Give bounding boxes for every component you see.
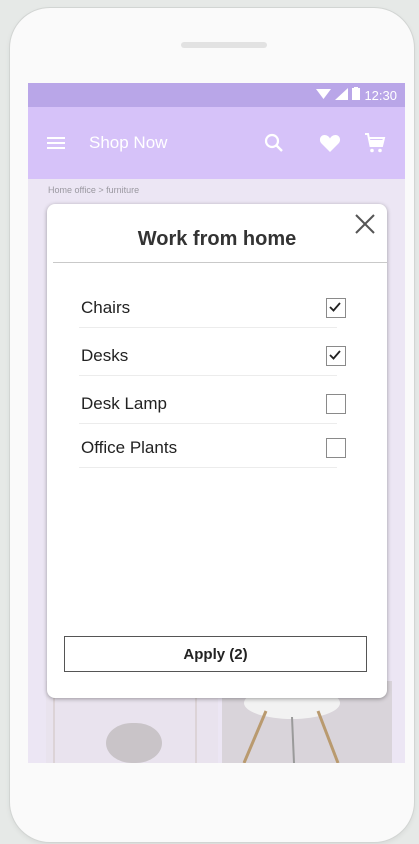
app-title: Shop Now bbox=[89, 133, 168, 152]
chairs-checkbox[interactable] bbox=[326, 298, 346, 318]
option-label: Desks bbox=[81, 346, 129, 365]
breadcrumb[interactable]: Home office > furniture bbox=[48, 185, 139, 195]
filter-dialog: Work from home Chairs Desks Desk Lamp Of… bbox=[47, 204, 387, 698]
dialog-title: Work from home bbox=[137, 228, 297, 250]
search-icon[interactable] bbox=[260, 129, 288, 157]
option-desk-lamp[interactable]: Desk Lamp bbox=[79, 384, 346, 424]
option-divider bbox=[79, 467, 337, 468]
wifi-icon bbox=[316, 88, 332, 103]
cart-icon[interactable] bbox=[361, 129, 389, 157]
battery-icon bbox=[352, 87, 361, 103]
option-divider bbox=[79, 327, 337, 328]
desks-checkbox[interactable] bbox=[326, 346, 346, 366]
option-label: Desk Lamp bbox=[81, 394, 167, 413]
status-bar: 12:30 bbox=[28, 83, 405, 107]
heart-icon[interactable] bbox=[316, 129, 344, 157]
option-label: Chairs bbox=[81, 298, 131, 317]
option-desks[interactable]: Desks bbox=[79, 336, 346, 376]
signal-icon bbox=[335, 87, 349, 103]
apply-button[interactable]: Apply (2) bbox=[64, 636, 367, 672]
speaker-grille bbox=[181, 42, 267, 48]
menu-icon[interactable] bbox=[46, 131, 68, 155]
option-divider bbox=[79, 375, 337, 376]
status-time: 12:30 bbox=[364, 87, 397, 103]
dialog-divider bbox=[53, 262, 387, 263]
app-bar: Shop Now bbox=[28, 107, 405, 179]
option-divider bbox=[79, 423, 337, 424]
option-label: Office Plants bbox=[81, 438, 178, 457]
option-office-plants[interactable]: Office Plants bbox=[79, 428, 346, 468]
option-chairs[interactable]: Chairs bbox=[79, 288, 346, 328]
desk-lamp-checkbox[interactable] bbox=[326, 394, 346, 414]
office-plants-checkbox[interactable] bbox=[326, 438, 346, 458]
